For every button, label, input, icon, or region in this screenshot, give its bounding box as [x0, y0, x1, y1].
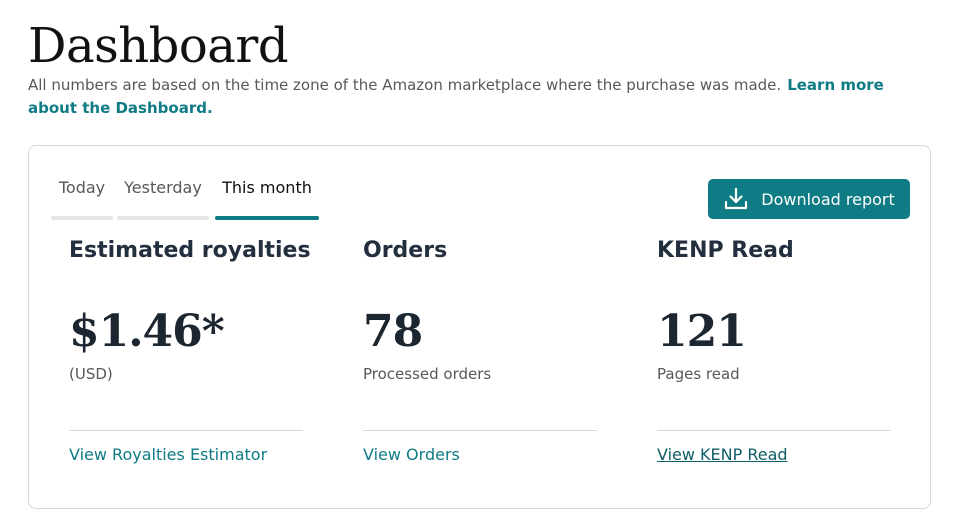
kenp-title: KENP Read	[657, 238, 794, 263]
download-icon	[723, 186, 749, 212]
royalties-currency: (USD)	[69, 365, 113, 383]
page-subtitle: All numbers are based on the time zone o…	[28, 74, 928, 120]
orders-value: 78	[363, 306, 423, 357]
download-report-label: Download report	[761, 189, 895, 209]
dashboard-card: Today Yesterday This month Download repo	[28, 145, 931, 509]
royalties-value: $1.46*	[69, 306, 225, 357]
kenp-value: 121	[657, 306, 747, 357]
tab-today-indicator	[51, 216, 113, 220]
orders-caption: Processed orders	[363, 365, 492, 383]
timezone-note: All numbers are based on the time zone o…	[28, 76, 782, 94]
royalties-title: Estimated royalties	[69, 238, 311, 263]
kenp-caption: Pages read	[657, 365, 740, 383]
period-tabs: Today Yesterday This month	[51, 174, 319, 220]
view-orders-link[interactable]: View Orders	[363, 445, 460, 464]
kenp-divider	[657, 430, 891, 431]
view-royalties-estimator-link[interactable]: View Royalties Estimator	[69, 445, 267, 464]
orders-divider	[363, 430, 597, 431]
view-kenp-read-link[interactable]: View KENP Read	[657, 445, 788, 464]
tab-yesterday-indicator	[117, 216, 209, 220]
orders-title: Orders	[363, 238, 448, 263]
tab-yesterday[interactable]: Yesterday	[117, 174, 209, 220]
tab-this-month-indicator	[215, 216, 319, 220]
page-title: Dashboard	[28, 18, 289, 74]
tab-today-label: Today	[58, 178, 106, 197]
tab-today[interactable]: Today	[51, 174, 113, 220]
orders-metric: Orders 78 Processed orders View Orders	[363, 236, 597, 464]
kenp-metric: KENP Read 121 Pages read View KENP Read	[657, 236, 891, 464]
download-report-button[interactable]: Download report	[708, 179, 910, 219]
tab-this-month-label: This month	[222, 178, 312, 197]
dashboard-page: Dashboard All numbers are based on the t…	[0, 0, 960, 529]
royalties-metric: Estimated royalties $1.46* (USD) View Ro…	[69, 236, 311, 464]
royalties-divider	[69, 430, 303, 431]
tab-this-month[interactable]: This month	[215, 174, 319, 220]
tab-yesterday-label: Yesterday	[124, 178, 202, 197]
